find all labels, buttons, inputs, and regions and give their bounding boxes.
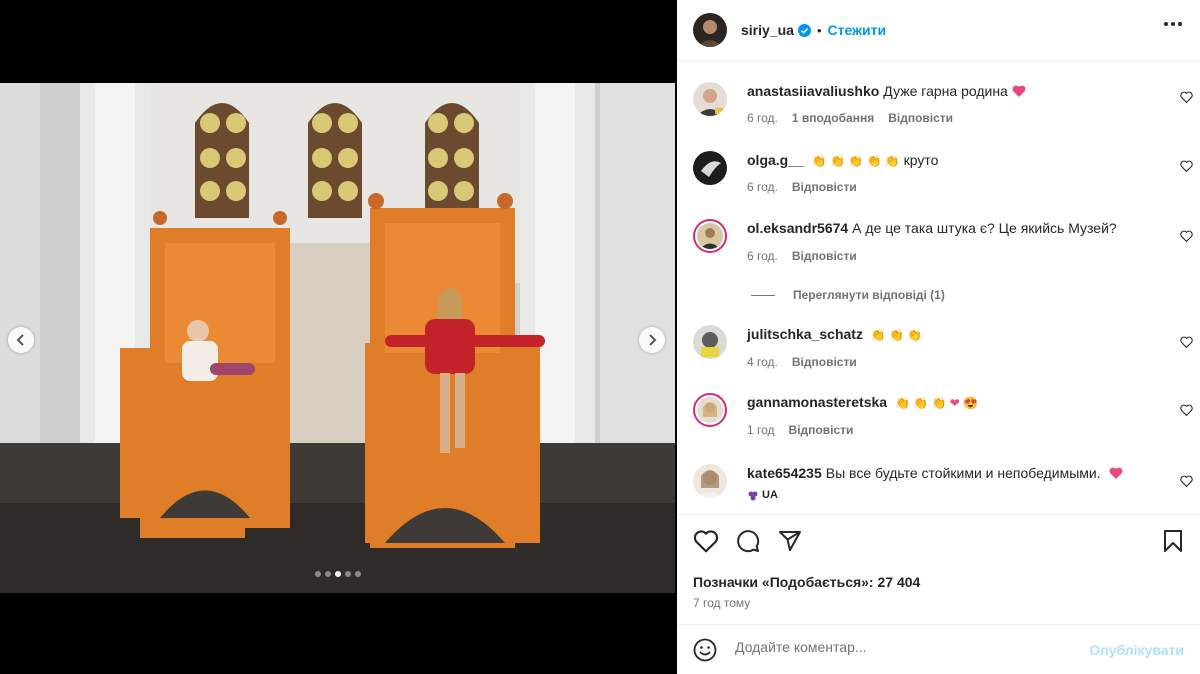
comment-avatar[interactable] <box>693 464 727 498</box>
emoji-icons: 👏 👏 👏 ❤ 😍 <box>894 396 979 410</box>
more-options-icon[interactable] <box>1164 22 1182 26</box>
carousel-dot-active <box>334 571 341 577</box>
carousel-dot <box>344 571 351 577</box>
comment-time: 1 год <box>747 423 775 437</box>
post-media <box>0 0 675 674</box>
ua-badge: UA <box>747 486 778 504</box>
comment-content: А де це така штука є? Це якийсь Музей? <box>852 220 1117 236</box>
view-replies-button[interactable]: Переглянути відповіді (1) <box>751 288 945 302</box>
comment-username[interactable]: anastasiiavaliushko <box>747 83 879 99</box>
comment-username[interactable]: julitschka_schatz <box>747 326 863 342</box>
reply-button[interactable]: Відповісти <box>888 111 953 125</box>
like-comment-icon[interactable] <box>1180 403 1193 421</box>
comment-username[interactable]: kate654235 <box>747 465 822 481</box>
comment-icon[interactable] <box>735 529 761 558</box>
post-panel: siriy_ua • Стежити anastasiiavaliushko Ду… <box>677 0 1200 674</box>
reply-button[interactable]: Відповісти <box>792 180 857 194</box>
comment-time: 6 год. <box>747 249 778 263</box>
comment-avatar[interactable] <box>693 325 727 359</box>
post-header: siriy_ua • Стежити <box>677 0 1200 61</box>
clap-emoji-icons: 👏 👏 👏 <box>870 328 923 342</box>
add-comment-bar: Опублікувати <box>677 624 1200 674</box>
chevron-right-icon <box>649 334 657 346</box>
comment-time: 4 год. <box>747 355 778 369</box>
comment-username[interactable]: gannamonasteretska <box>747 394 887 410</box>
author-avatar[interactable] <box>693 13 727 47</box>
comment-text: ol.eksandr5674 А де це така штука є? Це я… <box>747 219 1157 237</box>
clap-emoji-icons: 👏 👏 👏 👏 👏 <box>811 154 900 168</box>
heart-emoji-icon <box>1109 467 1122 479</box>
emoji-icon[interactable] <box>693 638 717 667</box>
chevron-left-icon <box>16 334 24 346</box>
separator-dot: • <box>816 22 822 38</box>
carousel-next-button[interactable] <box>639 327 665 353</box>
carousel-prev-button[interactable] <box>8 327 34 353</box>
comment-text: gannamonasteretska 👏 👏 👏 ❤ 😍 <box>747 393 1157 412</box>
comment-text: kate654235 Вы все будьте стойкими и непоб… <box>747 464 1157 505</box>
badge-label: UA <box>762 489 778 501</box>
comment-content: круто <box>903 152 939 168</box>
like-comment-icon[interactable] <box>1180 229 1193 247</box>
carousel-dot <box>354 571 361 577</box>
heart-icon[interactable] <box>693 529 719 558</box>
reply-button[interactable]: Відповісти <box>792 355 857 369</box>
like-comment-icon[interactable] <box>1180 159 1193 177</box>
comment-username[interactable]: olga.g__ <box>747 152 804 168</box>
verified-icon <box>797 23 811 37</box>
likes-count[interactable]: Позначки «Подобається»: 27 404 <box>693 574 920 590</box>
comment-text: olga.g__ 👏 👏 👏 👏 👏 круто <box>747 151 1157 170</box>
comment-text: anastasiiavaliushko Дуже гарна родина <box>747 82 1157 100</box>
comment-meta: 6 год. 1 вподобання Відповісти <box>747 111 953 125</box>
like-comment-icon[interactable] <box>1180 474 1193 492</box>
comment-avatar[interactable] <box>693 393 727 427</box>
post-time: 7 год тому <box>693 596 751 610</box>
comment-time: 6 год. <box>747 180 778 194</box>
comment-avatar[interactable] <box>693 151 727 185</box>
comment-meta: 1 год Відповісти <box>747 423 853 437</box>
comment-meta: 4 год. Відповісти <box>747 355 857 369</box>
comment-meta: 6 год. Відповісти <box>747 180 857 194</box>
like-comment-icon[interactable] <box>1180 90 1193 108</box>
comment-meta: 6 год. Відповісти <box>747 249 857 263</box>
like-comment-icon[interactable] <box>1180 335 1193 353</box>
replies-divider <box>751 294 775 296</box>
follow-button[interactable]: Стежити <box>828 22 887 38</box>
reply-button[interactable]: Відповісти <box>792 249 857 263</box>
bookmark-icon[interactable] <box>1162 529 1184 558</box>
carousel-dot <box>314 571 321 577</box>
comment-content: Дуже гарна родина <box>883 83 1008 99</box>
carousel-dot <box>324 571 331 577</box>
comment-input[interactable] <box>735 639 1065 655</box>
publish-button[interactable]: Опублікувати <box>1089 642 1184 658</box>
author-username[interactable]: siriy_ua <box>741 22 794 38</box>
comment-likes-count[interactable]: 1 вподобання <box>792 111 874 125</box>
reply-button[interactable]: Відповісти <box>789 423 854 437</box>
carousel-dots <box>0 571 675 577</box>
comment-content: Вы все будьте стойкими и непобедимыми. <box>825 465 1101 481</box>
post-actions: Позначки «Подобається»: 27 404 7 год том… <box>677 514 1200 624</box>
view-replies-label: Переглянути відповіді (1) <box>793 288 945 302</box>
comment-avatar[interactable] <box>693 82 727 116</box>
grapes-icon <box>748 491 758 501</box>
comment-username[interactable]: ol.eksandr5674 <box>747 220 848 236</box>
post-photo[interactable] <box>0 83 675 593</box>
heart-emoji-icon <box>1012 85 1026 97</box>
comment-time: 6 год. <box>747 111 778 125</box>
comments-list[interactable]: anastasiiavaliushko Дуже гарна родина 6 г… <box>677 62 1200 514</box>
share-icon[interactable] <box>777 529 803 558</box>
comment-text: julitschka_schatz 👏 👏 👏 <box>747 325 1157 344</box>
comment-avatar[interactable] <box>693 219 727 253</box>
